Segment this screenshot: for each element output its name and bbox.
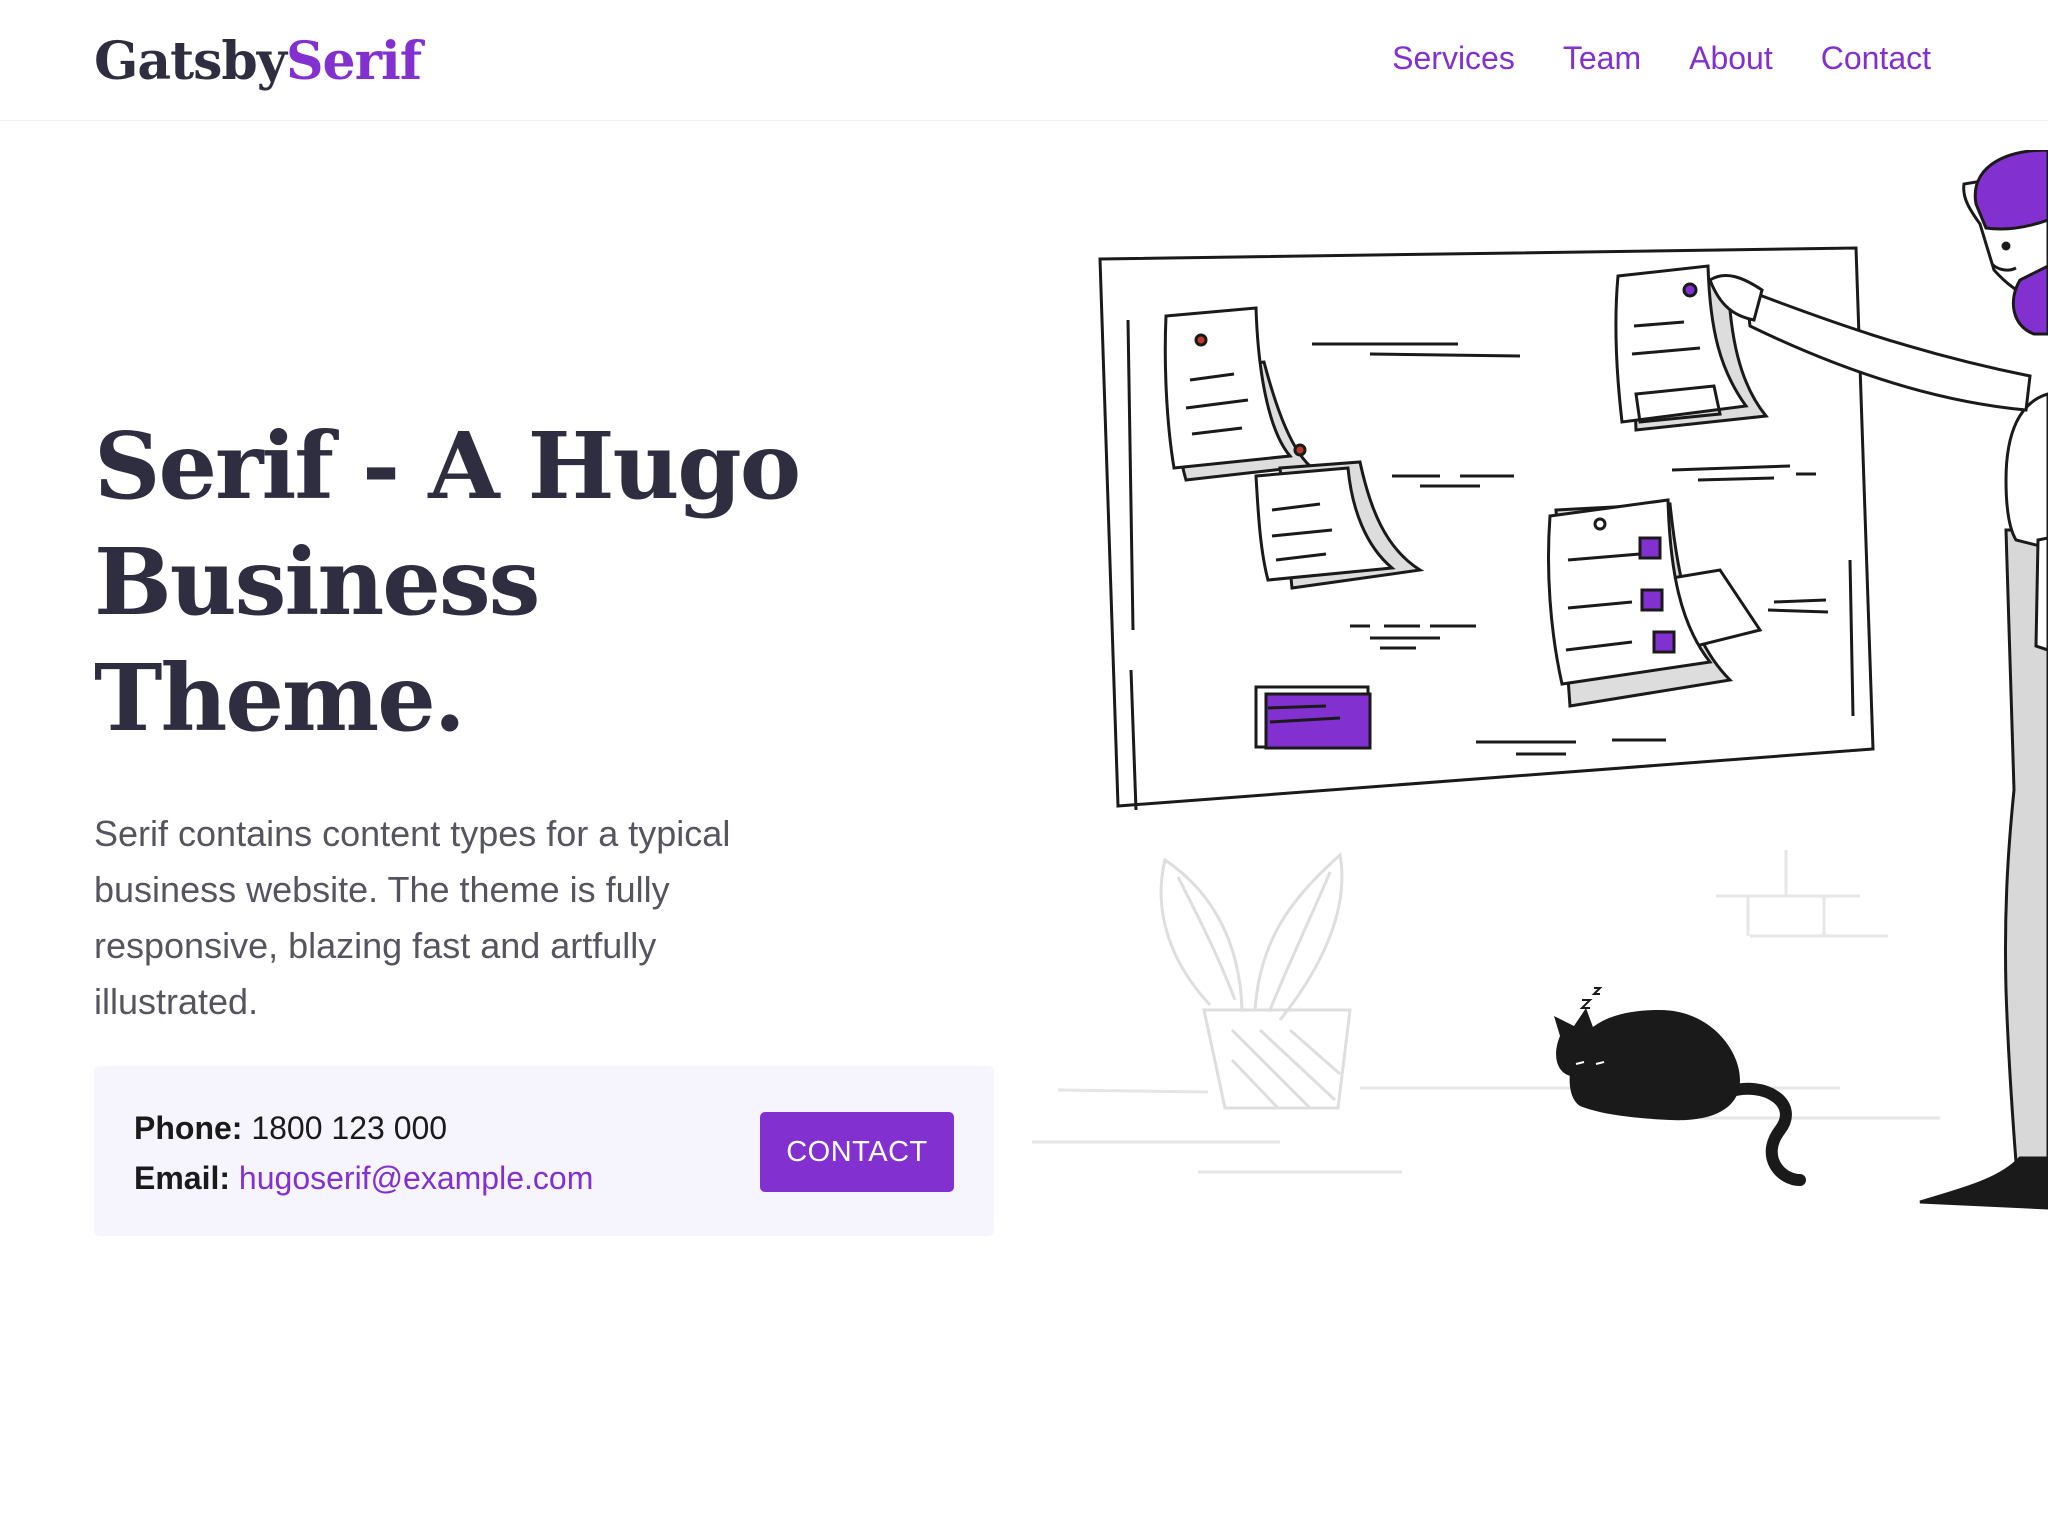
- hero-description: Serif contains content types for a typic…: [94, 813, 731, 1022]
- nav-link-services[interactable]: Services: [1392, 36, 1515, 80]
- email-link[interactable]: hugoserif@example.com: [239, 1160, 593, 1196]
- nav-link-contact[interactable]: Contact: [1821, 36, 1931, 80]
- background-lines: [1032, 850, 1940, 1174]
- sleeping-cat-icon: [1554, 987, 1806, 1186]
- phone-value: 1800 123 000: [251, 1110, 448, 1146]
- call-box: Phone: 1800 123 000 Email: hugoserif@exa…: [94, 1066, 994, 1236]
- contact-button[interactable]: CONTACT: [760, 1112, 954, 1192]
- logo-text-gatsby: Gatsby: [94, 31, 287, 92]
- plant-icon: [1159, 852, 1352, 1110]
- person-figure: [1708, 150, 2048, 1210]
- site-header: GatsbySerif Services Team About Contact: [0, 0, 2048, 121]
- email-row: Email: hugoserif@example.com: [134, 1153, 593, 1203]
- site-logo[interactable]: GatsbySerif: [94, 26, 422, 98]
- note-card-1: [1163, 306, 1314, 482]
- checklist-card: [1547, 498, 1763, 708]
- hero-title: Serif - A Hugo Business Theme.: [94, 412, 801, 752]
- nav-link-team[interactable]: Team: [1563, 36, 1641, 80]
- hero-illustration: [1020, 150, 2048, 1230]
- logo-text-serif: Serif: [285, 31, 422, 92]
- phone-row: Phone: 1800 123 000: [134, 1103, 593, 1153]
- phone-label: Phone:: [134, 1110, 243, 1146]
- hero-illustration-svg: [1032, 150, 2048, 1210]
- email-label: Email:: [134, 1160, 231, 1196]
- sticky-note: [1254, 685, 1372, 750]
- main-nav: Services Team About Contact: [1392, 36, 1931, 80]
- nav-link-about[interactable]: About: [1689, 36, 1773, 80]
- contact-details: Phone: 1800 123 000 Email: hugoserif@exa…: [134, 1103, 593, 1203]
